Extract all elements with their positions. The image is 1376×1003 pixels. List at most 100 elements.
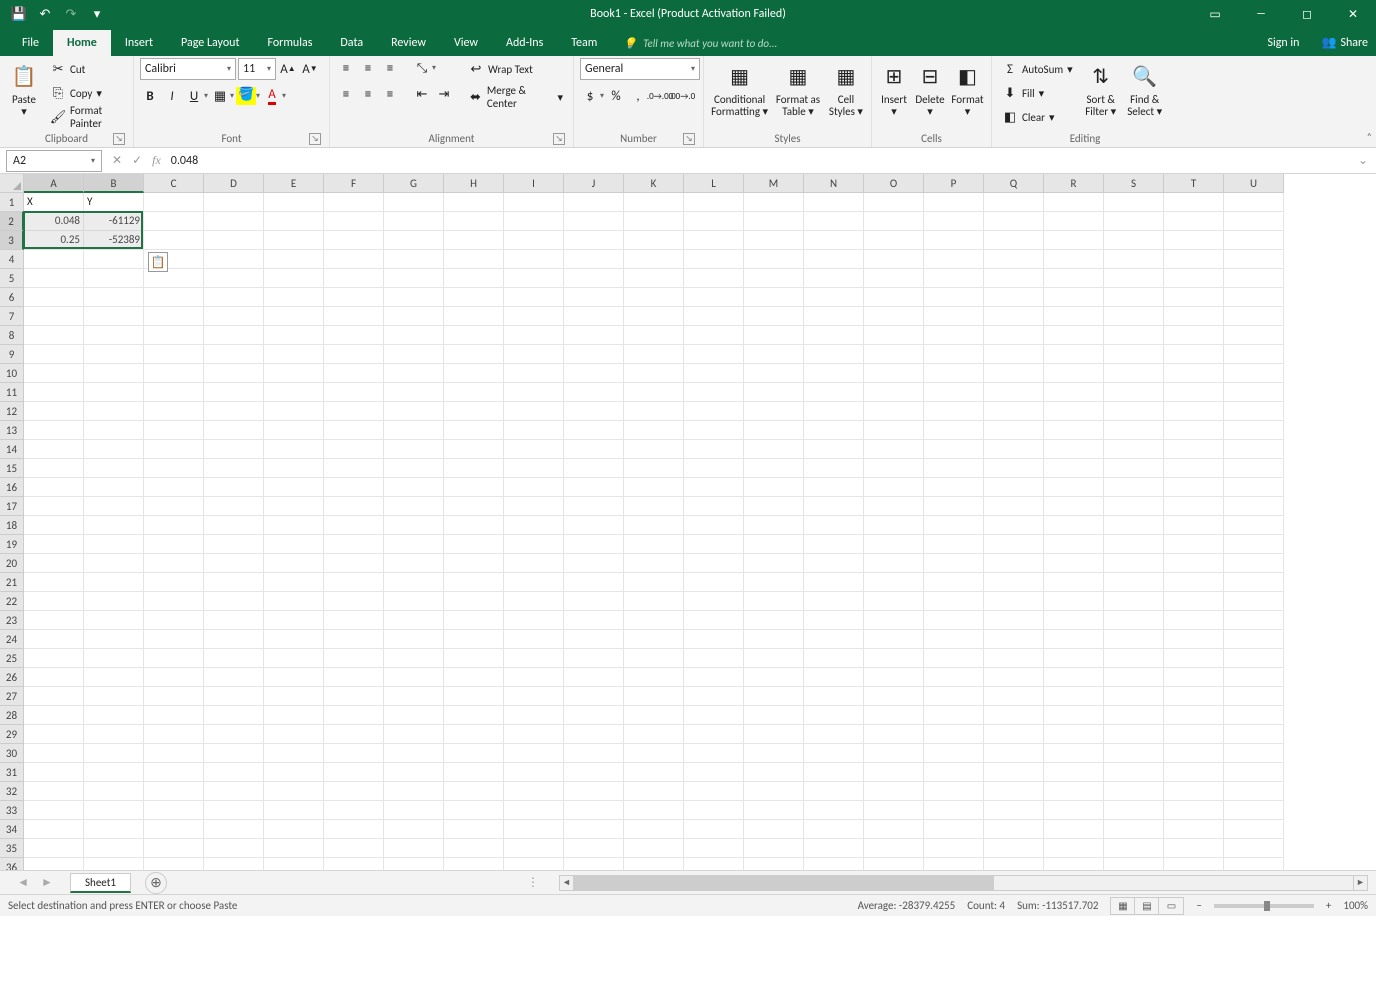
cell[interactable] [1104,269,1164,288]
cell[interactable] [1104,326,1164,345]
cell[interactable] [864,516,924,535]
cell[interactable] [624,535,684,554]
cell[interactable] [24,820,84,839]
cell[interactable] [564,763,624,782]
cell[interactable] [1164,326,1224,345]
cell[interactable] [744,383,804,402]
cell[interactable] [924,839,984,858]
cell[interactable] [1164,193,1224,212]
column-header[interactable]: I [504,174,564,193]
cell[interactable] [504,649,564,668]
cell[interactable] [864,345,924,364]
row-header[interactable]: 26 [0,668,24,687]
cell[interactable] [1224,231,1284,250]
cell[interactable] [144,858,204,870]
cell[interactable] [264,668,324,687]
cell[interactable] [744,269,804,288]
cell[interactable] [504,288,564,307]
cell[interactable] [864,611,924,630]
column-header[interactable]: U [1224,174,1284,193]
cell[interactable] [924,801,984,820]
tab-view[interactable]: View [440,30,492,56]
scroll-thumb[interactable] [574,876,994,890]
cell[interactable] [864,402,924,421]
cell[interactable] [564,839,624,858]
underline-button[interactable]: U [184,86,204,106]
cell[interactable] [504,497,564,516]
cell[interactable] [1104,839,1164,858]
cell[interactable] [384,364,444,383]
cell[interactable] [864,706,924,725]
cell[interactable] [624,820,684,839]
cell[interactable] [84,858,144,870]
column-header[interactable]: S [1104,174,1164,193]
horizontal-scrollbar[interactable]: ◄ ► [559,875,1368,891]
cell[interactable] [684,231,744,250]
cell[interactable] [1104,706,1164,725]
cell[interactable] [564,516,624,535]
cell[interactable] [444,402,504,421]
cell[interactable] [1044,250,1104,269]
cell[interactable] [144,326,204,345]
cell[interactable] [564,497,624,516]
cell[interactable] [204,649,264,668]
column-header[interactable]: K [624,174,684,193]
cell[interactable] [864,440,924,459]
cell[interactable] [1044,269,1104,288]
cell[interactable] [144,630,204,649]
cell[interactable] [1224,839,1284,858]
cell[interactable] [84,706,144,725]
cell[interactable] [744,421,804,440]
cell[interactable] [564,706,624,725]
cell[interactable] [384,573,444,592]
cell[interactable] [204,820,264,839]
cell[interactable] [324,364,384,383]
cell[interactable] [84,725,144,744]
row-header[interactable]: 16 [0,478,24,497]
cell[interactable] [924,345,984,364]
format-painter-button[interactable]: 🖌Format Painter [46,106,127,128]
cell[interactable] [984,421,1044,440]
column-header[interactable]: E [264,174,324,193]
cell[interactable] [24,497,84,516]
cell[interactable] [324,611,384,630]
cell[interactable] [444,345,504,364]
cell[interactable] [744,801,804,820]
cell[interactable]: X [24,193,84,212]
delete-cells-button[interactable]: ⊟Delete▾ [914,58,946,118]
cell[interactable] [624,269,684,288]
cell[interactable] [444,592,504,611]
row-header[interactable]: 1 [0,193,24,212]
paste-button[interactable]: 📋 Paste▾ [6,58,42,118]
cell[interactable] [444,364,504,383]
cell[interactable] [204,535,264,554]
cell[interactable] [24,592,84,611]
cell[interactable] [744,649,804,668]
cell[interactable] [264,725,324,744]
cell[interactable] [444,516,504,535]
cell[interactable] [264,858,324,870]
cell[interactable] [624,744,684,763]
ribbon-display-icon[interactable]: ▭ [1192,0,1238,28]
cell[interactable] [84,516,144,535]
tab-add-ins[interactable]: Add-Ins [492,30,557,56]
tab-page-layout[interactable]: Page Layout [167,30,253,56]
cell[interactable] [324,459,384,478]
borders-button[interactable]: ▦ [210,86,230,106]
cell[interactable] [384,839,444,858]
cell[interactable] [324,573,384,592]
cell[interactable] [84,573,144,592]
cell[interactable] [744,402,804,421]
cell[interactable] [744,592,804,611]
cell[interactable] [204,801,264,820]
cell[interactable] [324,402,384,421]
cell[interactable] [144,478,204,497]
cell[interactable] [84,364,144,383]
cell[interactable] [1104,288,1164,307]
cell[interactable] [804,459,864,478]
cell[interactable] [744,440,804,459]
page-layout-view-icon[interactable]: ▤ [1135,898,1159,914]
column-header[interactable]: G [384,174,444,193]
cell[interactable] [324,744,384,763]
cell[interactable] [1044,801,1104,820]
